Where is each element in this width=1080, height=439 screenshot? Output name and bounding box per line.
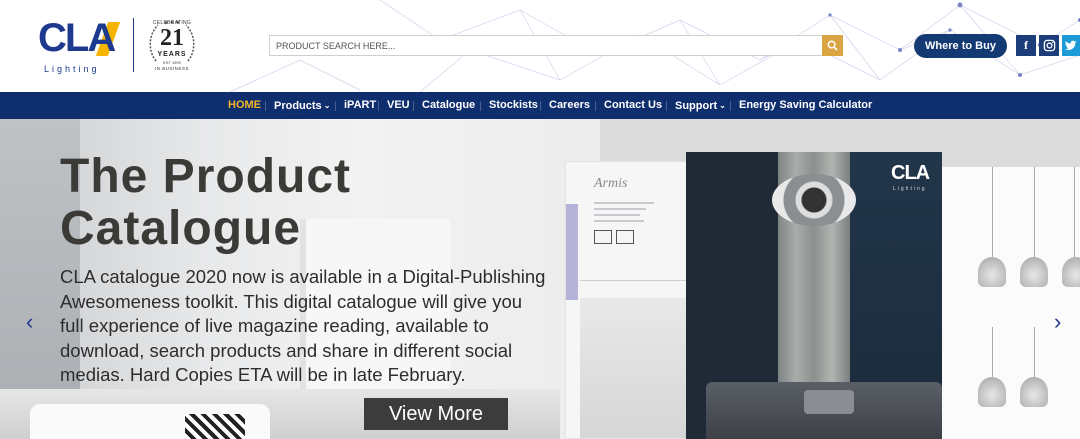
page-divider	[580, 280, 690, 281]
badge-in-business: IN BUSINESS	[154, 66, 189, 71]
hero-title-line-1: The Product	[60, 150, 352, 203]
view-more-button[interactable]: View More	[364, 398, 508, 430]
page-spec-icon	[594, 230, 612, 244]
catalogue-right-page	[942, 167, 1080, 439]
page-side-tab	[566, 204, 578, 300]
pendant-light	[978, 377, 1006, 407]
page-text-line	[594, 202, 654, 204]
nav-support[interactable]: Support ⌄	[675, 92, 726, 119]
nav-separator	[595, 101, 596, 111]
nav-stockists[interactable]: Stockists	[489, 92, 538, 119]
nav-ipart[interactable]: iPART	[344, 92, 376, 119]
pendant-cord	[1034, 167, 1035, 257]
page-room-photo	[580, 298, 690, 438]
nav-separator	[480, 101, 481, 111]
pendant-cord	[1074, 167, 1075, 257]
where-to-buy-button[interactable]: Where to Buy	[914, 34, 1007, 58]
hero-title: The Product Catalogue	[60, 151, 540, 255]
nav-energy-saving-calculator[interactable]: Energy Saving Calculator	[739, 92, 872, 119]
page-product-name: Armis	[594, 176, 628, 191]
chevron-down-icon: ⌄	[323, 101, 331, 110]
badge-years: YEARS	[157, 51, 187, 58]
nav-separator	[265, 101, 266, 111]
chevron-right-icon: ›	[1054, 309, 1062, 334]
hero-cushion	[185, 414, 245, 439]
chevron-down-icon: ⌄	[719, 101, 726, 110]
page-spec-icon	[616, 230, 634, 244]
badge-number: 21	[160, 25, 184, 51]
slider-prev-button[interactable]: ‹	[26, 309, 33, 335]
search-button[interactable]	[822, 35, 843, 56]
nav-careers[interactable]: Careers	[549, 92, 590, 119]
cover-brand-subtitle: Lighting	[893, 186, 927, 192]
nav-products-label: Products	[274, 100, 322, 112]
site-header: CLA Lighting ★ ★ ★ CELEBRATING 21 YEARS …	[0, 0, 1080, 92]
hero-slider: Armis CLA Lighting The Product Catalogue	[0, 119, 1080, 439]
logo-divider	[133, 18, 134, 72]
badge-established: EST 1999	[163, 60, 181, 65]
instagram-icon	[1043, 39, 1055, 52]
nav-separator	[378, 101, 379, 111]
cover-pendant-lamp	[772, 174, 856, 226]
page-text-line	[594, 220, 644, 222]
main-navigation: HOME Products ⌄ iPART VEU Catalogue Stock…	[0, 92, 1080, 119]
nav-products[interactable]: Products ⌄	[274, 92, 330, 119]
nav-veu[interactable]: VEU	[387, 92, 410, 119]
pendant-light	[1062, 257, 1080, 287]
cla-logo[interactable]: CLA Lighting	[36, 14, 136, 76]
chevron-left-icon: ‹	[26, 309, 34, 334]
nav-catalogue[interactable]: Catalogue	[422, 92, 475, 119]
slider-next-button[interactable]: ›	[1054, 309, 1061, 335]
twitter-button[interactable]	[1062, 35, 1080, 56]
nav-separator	[666, 101, 667, 111]
facebook-icon: f	[1024, 38, 1028, 52]
cover-brand-logo: CLA	[891, 162, 930, 184]
hero-title-line-2: Catalogue	[60, 202, 302, 255]
pendant-cord	[992, 167, 993, 257]
hero-description: CLA catalogue 2020 now is available in a…	[60, 266, 546, 385]
product-search-input[interactable]	[269, 35, 823, 56]
nav-support-label: Support	[675, 100, 718, 112]
catalogue-left-page: Armis	[565, 161, 690, 439]
cover-cushion	[804, 390, 854, 414]
logo-text: CLA	[38, 16, 116, 60]
facebook-button[interactable]: f	[1016, 35, 1036, 56]
anniversary-badge: ★ ★ ★ CELEBRATING 21 YEARS EST 1999 IN B…	[146, 17, 198, 73]
page-text-line	[594, 214, 640, 216]
pendant-cord	[992, 327, 993, 377]
nav-separator	[540, 101, 541, 111]
nav-home[interactable]: HOME	[228, 92, 261, 119]
page-text-line	[594, 208, 646, 210]
pendant-cord	[1034, 327, 1035, 377]
nav-contact-us[interactable]: Contact Us	[604, 92, 662, 119]
logo-subtitle: Lighting	[44, 64, 100, 74]
nav-separator	[730, 101, 731, 111]
catalogue-cover: CLA Lighting	[686, 152, 942, 439]
search-icon	[827, 40, 838, 51]
pendant-light	[1020, 257, 1048, 287]
nav-separator	[335, 101, 336, 111]
twitter-icon	[1065, 40, 1077, 51]
pendant-light	[1020, 377, 1048, 407]
pendant-light	[978, 257, 1006, 287]
instagram-button[interactable]	[1039, 35, 1059, 56]
nav-separator	[413, 101, 414, 111]
